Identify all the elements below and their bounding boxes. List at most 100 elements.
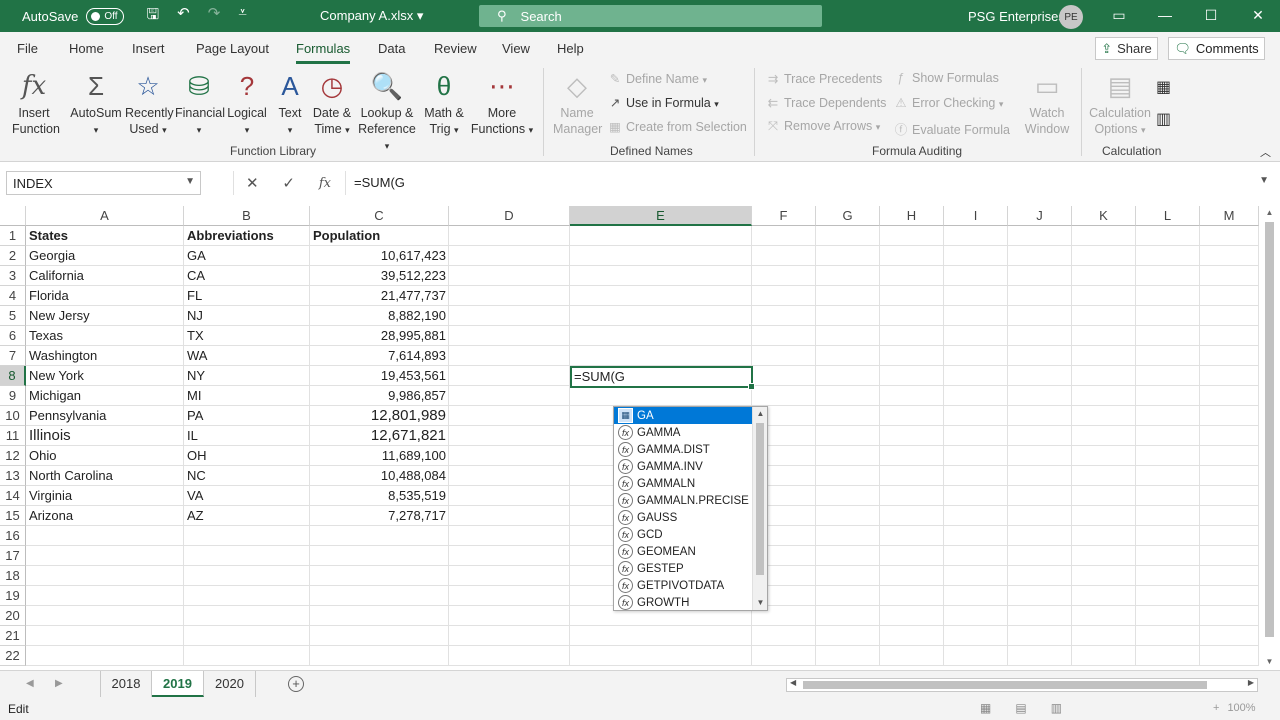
- table-cell[interactable]: CA: [184, 266, 310, 286]
- cell[interactable]: [1072, 386, 1136, 406]
- cell[interactable]: [1072, 286, 1136, 306]
- table-cell[interactable]: MI: [184, 386, 310, 406]
- cell[interactable]: [1136, 626, 1200, 646]
- maximize-icon[interactable]: ☐: [1196, 7, 1226, 24]
- sheet-tab-2018[interactable]: 2018: [100, 671, 152, 697]
- column-header-l[interactable]: L: [1136, 206, 1200, 226]
- cell[interactable]: [26, 626, 184, 646]
- cell[interactable]: [1008, 346, 1072, 366]
- cell[interactable]: [449, 506, 570, 526]
- horizontal-scrollbar[interactable]: ◀ ▶: [786, 678, 1258, 692]
- cell[interactable]: [449, 566, 570, 586]
- autocomplete-item[interactable]: fx GAMMA.DIST: [614, 441, 752, 458]
- row-header-9[interactable]: 9: [0, 386, 26, 406]
- autocomplete-item[interactable]: fx GROWTH: [614, 594, 752, 610]
- cell[interactable]: [880, 526, 944, 546]
- cell[interactable]: [1008, 386, 1072, 406]
- tab-file[interactable]: File: [17, 41, 38, 56]
- cell[interactable]: [944, 406, 1008, 426]
- column-header-e[interactable]: E: [570, 206, 752, 226]
- cell[interactable]: [449, 386, 570, 406]
- tab-page-layout[interactable]: Page Layout: [196, 41, 269, 56]
- zoom-in-icon[interactable]: +: [1213, 702, 1219, 714]
- watch-window-button[interactable]: ▭ Watch Window: [1023, 70, 1071, 137]
- cell[interactable]: [880, 426, 944, 446]
- next-sheet-icon[interactable]: ▶: [55, 678, 63, 689]
- trace-precedents-button[interactable]: ⇉ Trace Precedents: [765, 71, 882, 86]
- cell[interactable]: [1008, 306, 1072, 326]
- cell[interactable]: [310, 646, 449, 666]
- row-header-12[interactable]: 12: [0, 446, 26, 466]
- cell[interactable]: [752, 306, 816, 326]
- cell[interactable]: [880, 586, 944, 606]
- cell[interactable]: [1200, 326, 1259, 346]
- autocomplete-item[interactable]: ▦ GA: [614, 407, 752, 424]
- cell[interactable]: [449, 366, 570, 386]
- autocomplete-item[interactable]: fx GEOMEAN: [614, 543, 752, 560]
- cell[interactable]: [1072, 426, 1136, 446]
- row-header-7[interactable]: 7: [0, 346, 26, 366]
- cell[interactable]: [944, 506, 1008, 526]
- normal-view-icon[interactable]: ▦: [980, 701, 991, 715]
- remove-arrows-button[interactable]: ⤧ Remove Arrows ▾: [765, 119, 880, 134]
- cell[interactable]: [449, 446, 570, 466]
- cell[interactable]: [944, 586, 1008, 606]
- zoom-level[interactable]: 100%: [1227, 702, 1255, 714]
- cell[interactable]: [880, 326, 944, 346]
- cell[interactable]: [184, 606, 310, 626]
- column-header-h[interactable]: H: [880, 206, 944, 226]
- cell[interactable]: [1072, 506, 1136, 526]
- tab-help[interactable]: Help: [557, 41, 584, 56]
- scroll-down-icon[interactable]: ▼: [753, 596, 767, 610]
- cell[interactable]: [752, 226, 816, 246]
- table-cell[interactable]: New York: [26, 366, 184, 386]
- cell[interactable]: [944, 326, 1008, 346]
- row-header-20[interactable]: 20: [0, 606, 26, 626]
- document-title[interactable]: Company A.xlsx ▾: [320, 8, 423, 24]
- row-header-3[interactable]: 3: [0, 266, 26, 286]
- formula-input[interactable]: =SUM(G ▼: [345, 171, 1275, 195]
- cell[interactable]: [1200, 526, 1259, 546]
- cell[interactable]: [816, 426, 880, 446]
- cell[interactable]: [816, 266, 880, 286]
- cell[interactable]: [184, 566, 310, 586]
- cell[interactable]: [1072, 606, 1136, 626]
- cell[interactable]: [1008, 246, 1072, 266]
- use-in-formula-button[interactable]: ↗ Use in Formula ▾: [607, 95, 719, 110]
- table-header-cell[interactable]: Population: [310, 226, 449, 246]
- cell[interactable]: [880, 406, 944, 426]
- cell[interactable]: [570, 326, 752, 346]
- avatar[interactable]: PE: [1059, 5, 1083, 29]
- cell[interactable]: [449, 246, 570, 266]
- lookup-reference-button[interactable]: 🔍 Lookup & Reference ▾: [357, 70, 417, 154]
- cell[interactable]: [880, 246, 944, 266]
- enter-icon[interactable]: ✓: [282, 174, 295, 192]
- cell[interactable]: [449, 546, 570, 566]
- table-cell[interactable]: IL: [184, 426, 310, 446]
- cell[interactable]: [880, 306, 944, 326]
- cell[interactable]: [944, 266, 1008, 286]
- column-header-i[interactable]: I: [944, 206, 1008, 226]
- expand-formula-bar-icon[interactable]: ▼: [1259, 175, 1269, 186]
- cell[interactable]: [1072, 466, 1136, 486]
- autocomplete-item[interactable]: fx GAMMALN.PRECISE: [614, 492, 752, 509]
- zoom-control[interactable]: + 100%: [1213, 702, 1256, 714]
- cell[interactable]: [880, 646, 944, 666]
- cell[interactable]: [1136, 326, 1200, 346]
- autosave-toggle[interactable]: Off: [86, 7, 125, 25]
- cell[interactable]: [752, 246, 816, 266]
- cell[interactable]: [816, 526, 880, 546]
- cell[interactable]: [1008, 526, 1072, 546]
- cell[interactable]: [449, 606, 570, 626]
- cell[interactable]: [449, 346, 570, 366]
- cell[interactable]: [1136, 426, 1200, 446]
- autocomplete-item[interactable]: fx GAMMA: [614, 424, 752, 441]
- cell[interactable]: [1008, 566, 1072, 586]
- cell[interactable]: [1136, 386, 1200, 406]
- name-box[interactable]: INDEX ▼: [6, 171, 201, 195]
- table-cell[interactable]: FL: [184, 286, 310, 306]
- cell[interactable]: [1008, 426, 1072, 446]
- cell[interactable]: [816, 586, 880, 606]
- column-header-k[interactable]: K: [1072, 206, 1136, 226]
- cell[interactable]: [1072, 406, 1136, 426]
